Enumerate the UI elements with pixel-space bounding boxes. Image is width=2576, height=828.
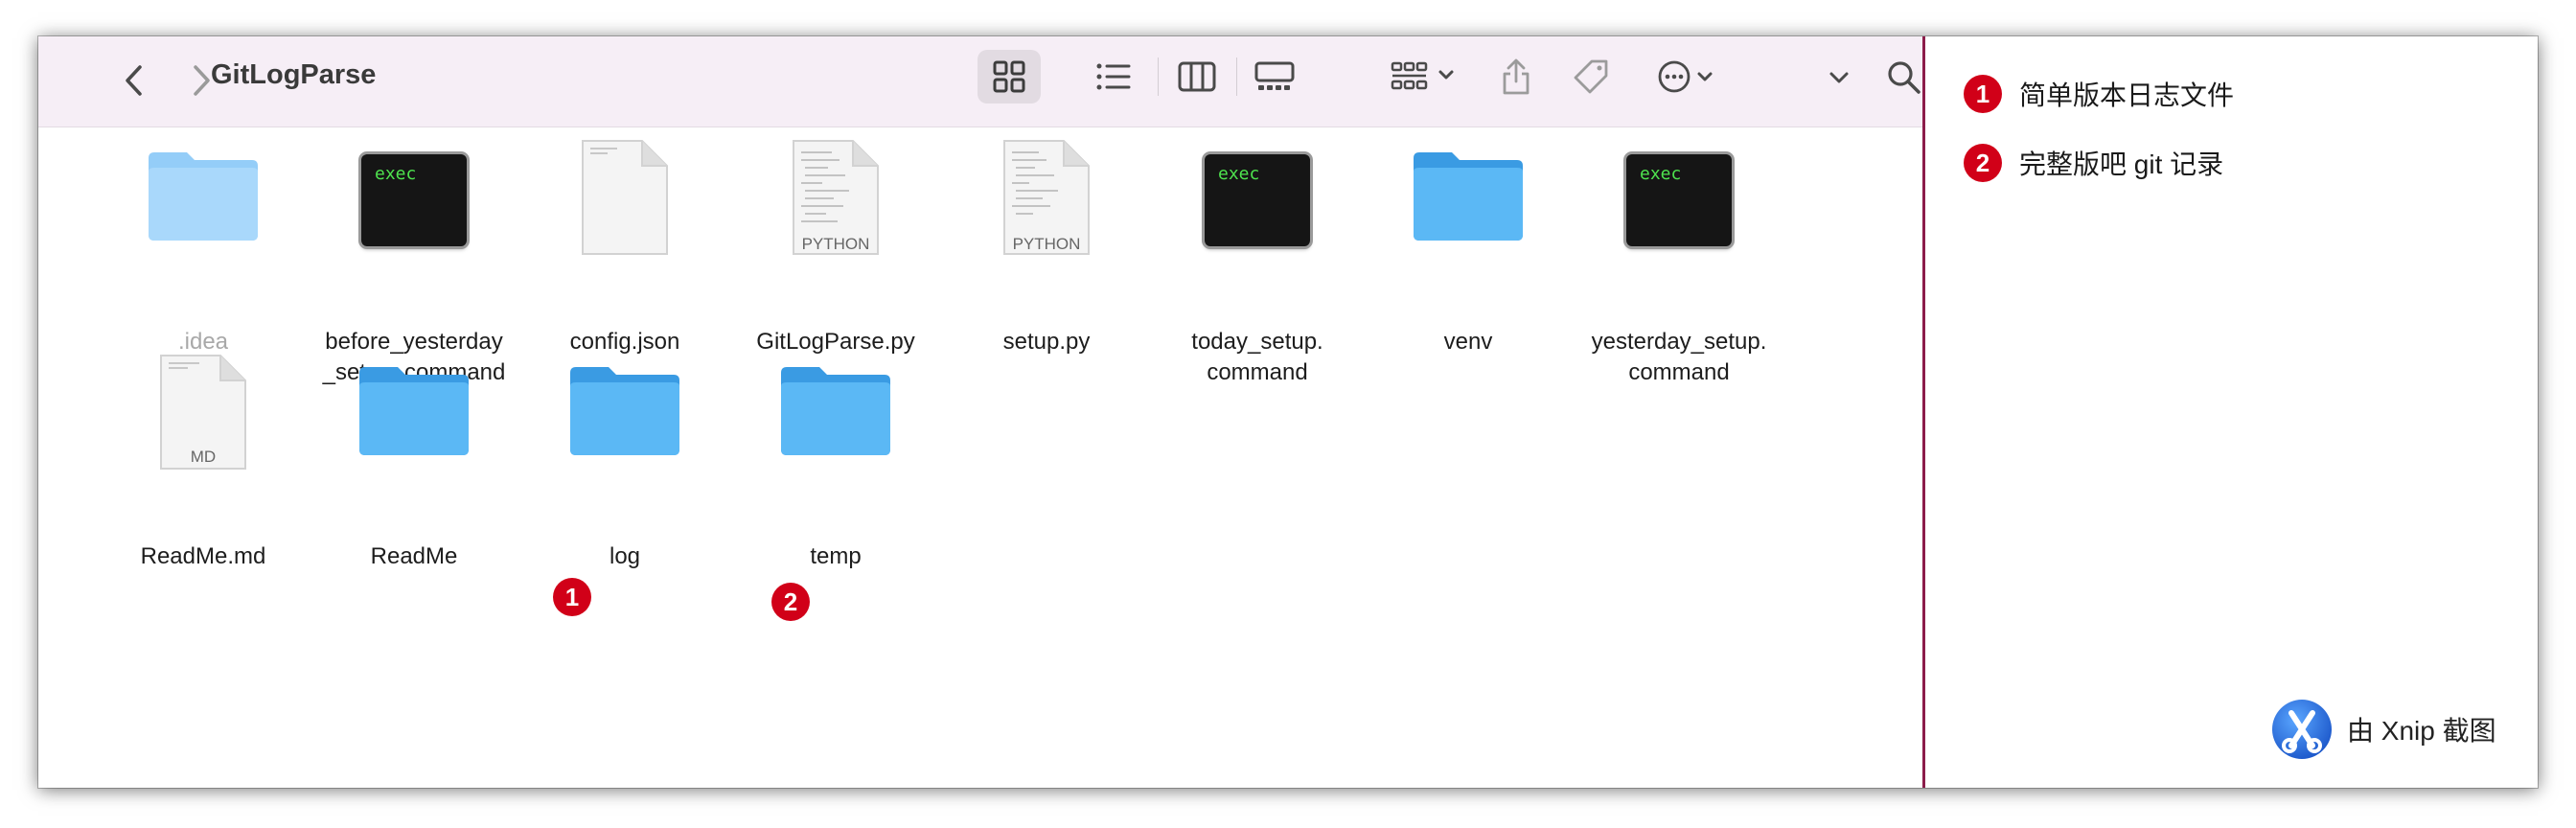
annotation-note: 1 简单版本日志文件 [1964, 75, 2234, 113]
annotation-marker: 2 [1964, 144, 2002, 182]
file-name-line2: command [1207, 359, 1308, 385]
folder-icon [359, 367, 469, 455]
list-view-button[interactable] [1085, 50, 1142, 104]
window-title: GitLogParse [211, 59, 377, 90]
file-item[interactable]: .idea [98, 137, 309, 355]
annotation-text: 简单版本日志文件 [2019, 80, 2235, 110]
xnip-logo-icon [2272, 700, 2332, 759]
finder-window: GitLogParse .idea exec before_yesterday … [38, 36, 1922, 788]
annotation-marker: 1 [1964, 75, 2002, 113]
grid-icon [993, 60, 1025, 93]
file-name: today_setup. [1191, 329, 1323, 355]
file-name: yesterday_setup. [1591, 329, 1767, 355]
file-item[interactable]: MD ReadMe.md [98, 352, 309, 569]
file-item[interactable]: temp [730, 352, 941, 569]
more-button[interactable] [1652, 50, 1729, 104]
file-name: log [609, 543, 641, 569]
file-item[interactable]: PYTHON setup.py [941, 137, 1152, 355]
folder-icon [570, 367, 679, 455]
file-grid: .idea exec before_yesterday _setup. comm… [38, 127, 1922, 788]
file-type-label: PYTHON [1012, 235, 1081, 253]
group-button[interactable] [1386, 50, 1462, 104]
file-name: venv [1443, 329, 1493, 355]
file-type-label: PYTHON [801, 235, 870, 253]
more-icon [1658, 60, 1713, 93]
back-icon[interactable] [115, 61, 153, 100]
annotation-marker-2: 2 [771, 583, 810, 621]
terminal-exec-icon: exec [1205, 154, 1310, 246]
search-icon[interactable] [1884, 58, 1924, 98]
file-item[interactable]: ReadMe [309, 352, 519, 569]
file-name: temp [810, 543, 862, 569]
share-icon[interactable] [1495, 50, 1537, 104]
folder-icon [149, 152, 258, 241]
brand-text: 由 Xnip 截图 [2347, 716, 2496, 746]
group-icon [1391, 61, 1454, 90]
file-item[interactable]: log [519, 352, 730, 569]
document-icon [582, 140, 668, 255]
list-icon [1096, 63, 1131, 90]
columns-icon [1178, 61, 1216, 92]
file-name-line2: command [1628, 359, 1730, 385]
annotation-note: 2 完整版吧 git 记录 [1964, 144, 2223, 182]
file-item[interactable]: exec today_setup. command [1152, 137, 1363, 385]
file-name: setup.py [1002, 329, 1091, 355]
file-item[interactable]: exec before_yesterday _setup. command [309, 137, 519, 385]
file-item[interactable]: exec yesterday_setup. command [1574, 137, 1784, 385]
tag-icon[interactable] [1570, 50, 1612, 104]
chevron-down-icon[interactable] [1823, 61, 1855, 94]
annotation-marker-1: 1 [553, 578, 591, 616]
terminal-exec-icon: exec [1626, 154, 1732, 246]
file-item[interactable]: config.json [519, 137, 730, 355]
file-type-label: MD [190, 448, 217, 466]
annotation-panel: 1 简单版本日志文件 2 完整版吧 git 记录 由 Xnip 截图 [1922, 36, 2538, 788]
toolbar: GitLogParse [38, 36, 1922, 127]
gallery-view-button[interactable] [1242, 50, 1307, 104]
screenshot-window: GitLogParse .idea exec before_yesterday … [38, 36, 2538, 788]
terminal-exec-icon: exec [361, 154, 467, 246]
annotation-text: 完整版吧 git 记录 [2019, 150, 2224, 179]
file-name: ReadMe.md [140, 543, 266, 569]
file-item[interactable]: venv [1363, 137, 1574, 355]
file-name: ReadMe [370, 543, 458, 569]
column-view-button[interactable] [1165, 50, 1229, 104]
xnip-brand: 由 Xnip 截图 [2270, 698, 2496, 761]
folder-icon [1414, 152, 1523, 241]
file-item[interactable]: PYTHON GitLogParse.py [730, 137, 941, 355]
folder-icon [781, 367, 890, 455]
gallery-icon [1254, 61, 1295, 90]
icon-view-button[interactable] [978, 50, 1041, 104]
